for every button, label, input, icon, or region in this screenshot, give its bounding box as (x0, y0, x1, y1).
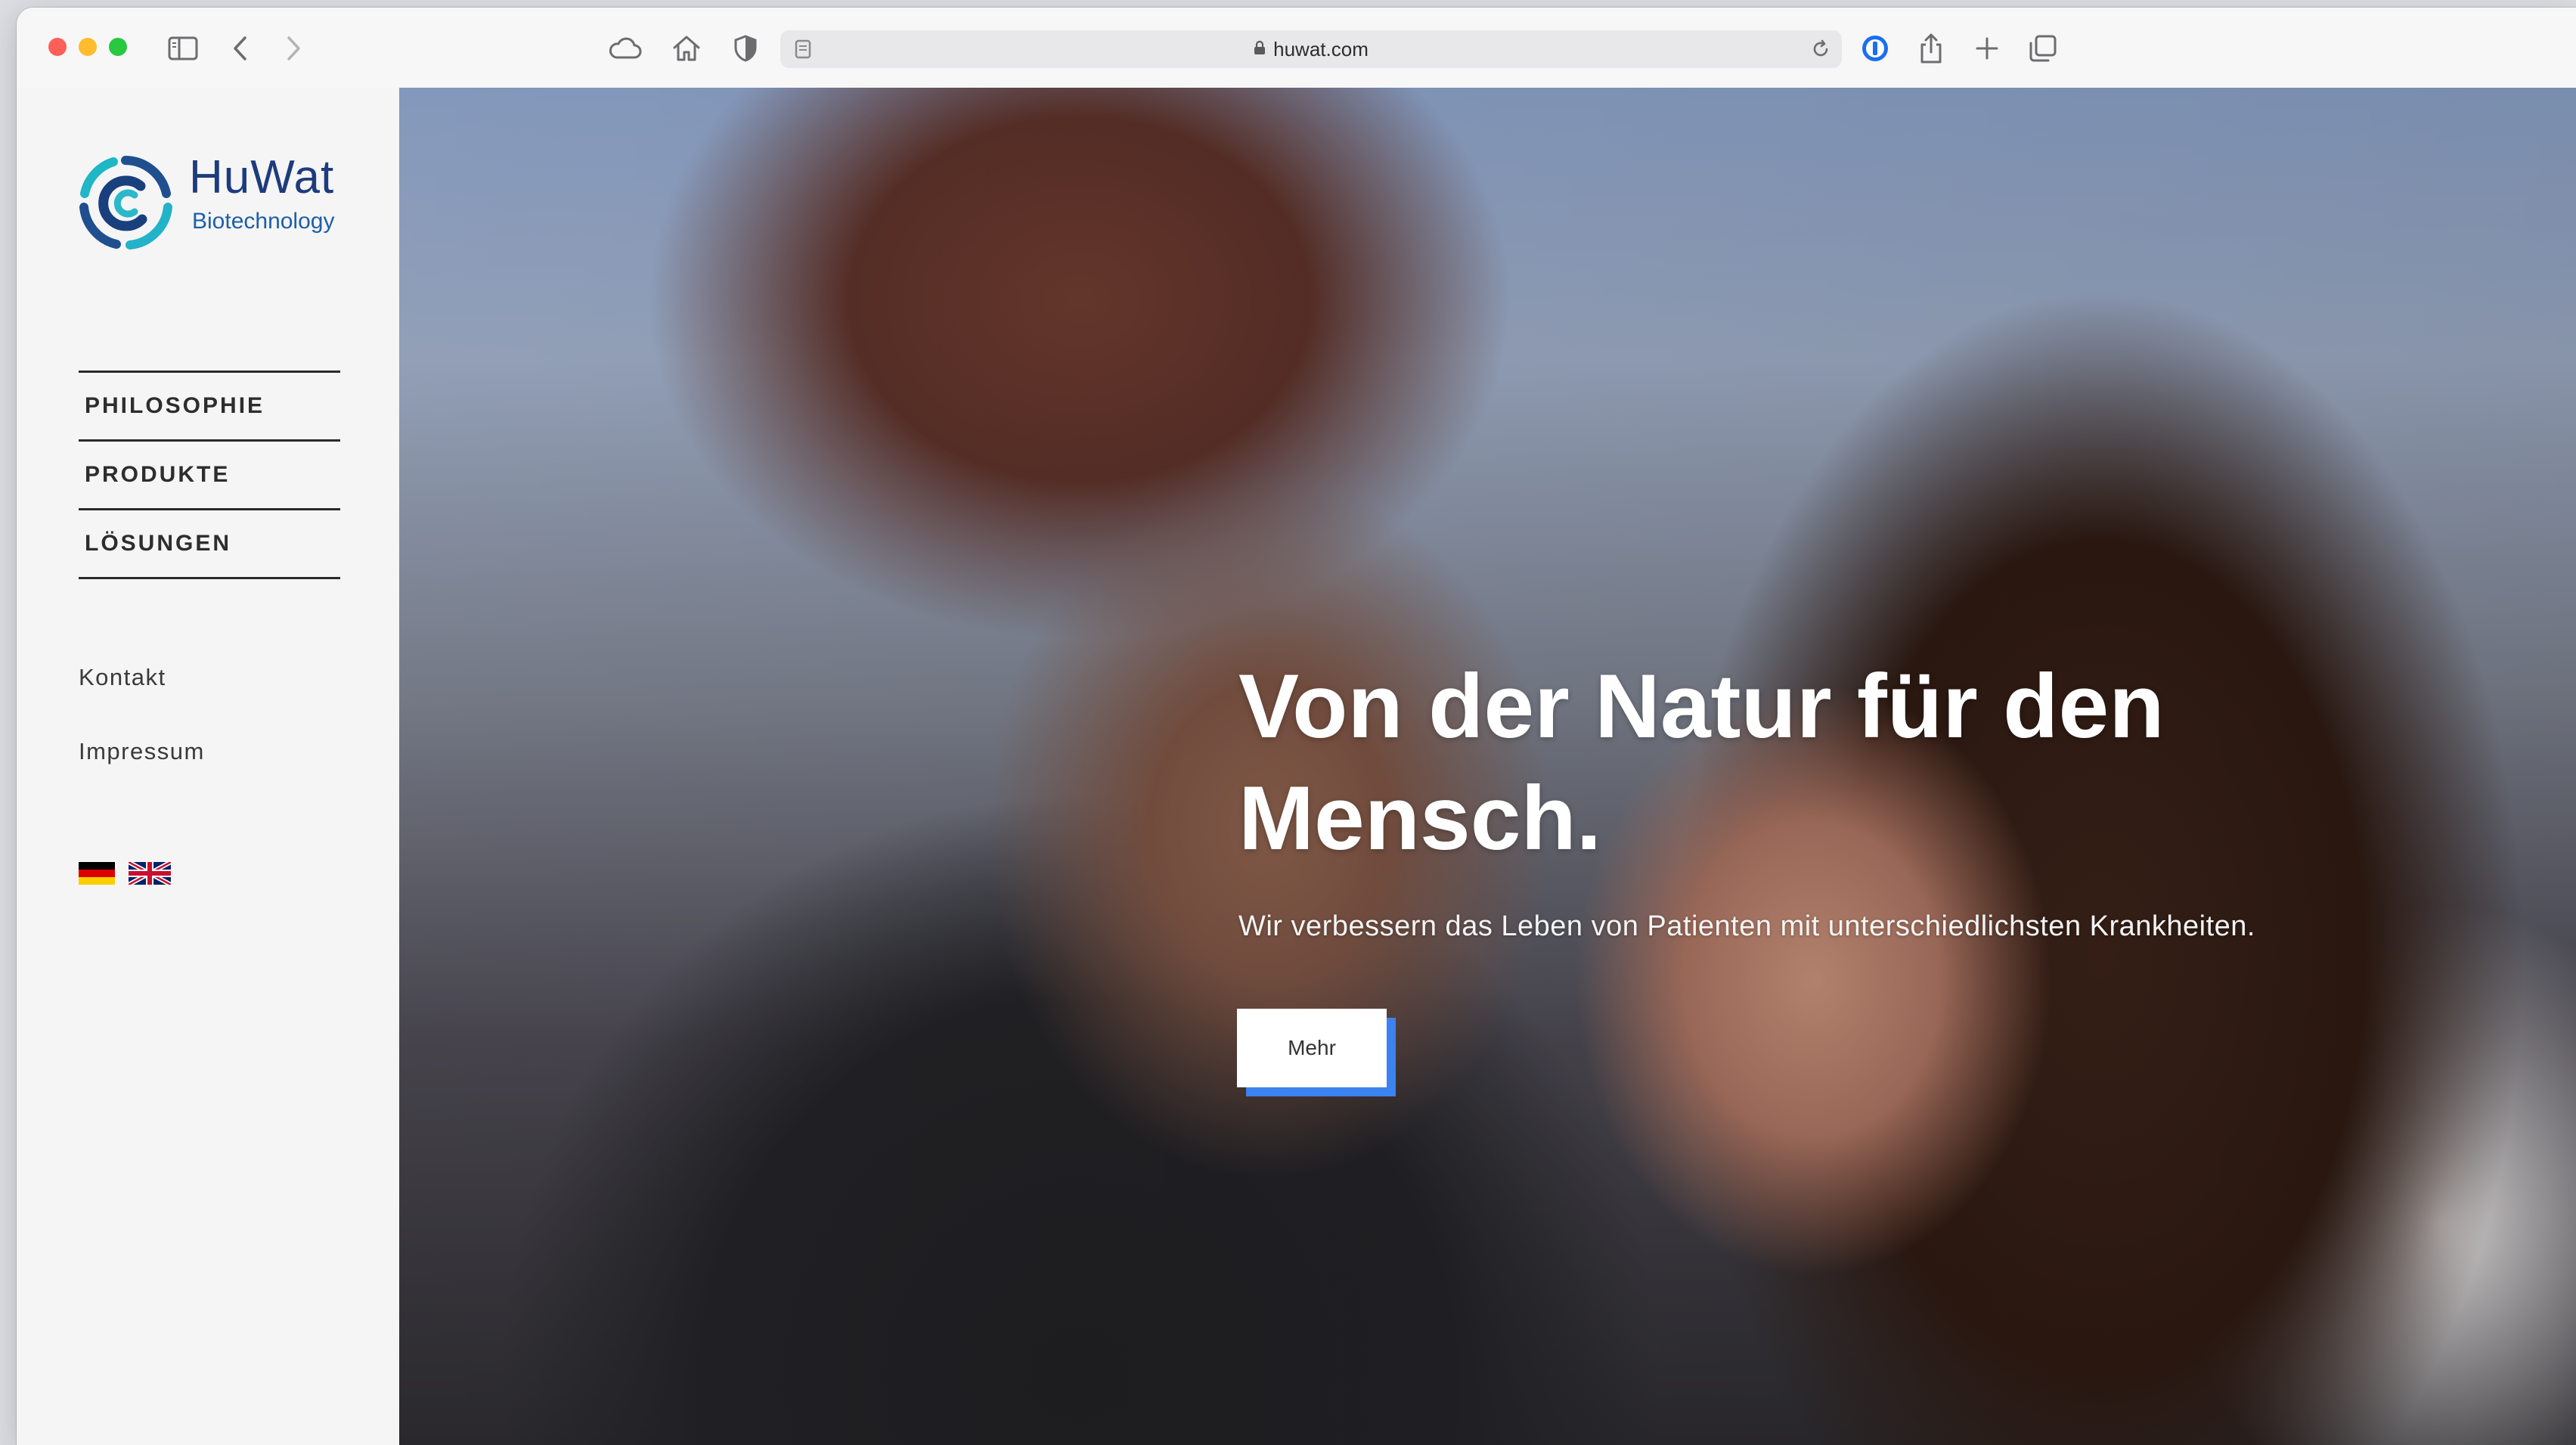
hero-headline-line2: Mensch. (1238, 767, 1602, 869)
mehr-button-wrapper: Mehr (1237, 1009, 1396, 1096)
hero-section: Von der Natur für den Mensch. Wir verbes… (399, 88, 2576, 1445)
hero-headline-line1: Von der Natur für den (1238, 656, 2165, 757)
share-icon[interactable] (1911, 30, 1951, 67)
minimize-window-button[interactable] (79, 38, 97, 56)
url-display[interactable]: huwat.com (780, 30, 1842, 68)
maximize-window-button[interactable] (109, 38, 127, 56)
hero-subline: Wir verbessern das Leben von Patienten m… (1238, 910, 2255, 942)
nav-item-produkte[interactable]: PRODUKTE (79, 442, 340, 510)
hero-headline: Von der Natur für den Mensch. (1238, 650, 2373, 874)
shield-icon[interactable] (726, 30, 765, 67)
browser-window: huwat.com HuWat Biotechnology PHILOSOPHI… (17, 8, 2576, 1445)
site-logo[interactable]: HuWat Biotechnology (77, 154, 364, 260)
password-manager-icon[interactable] (1855, 30, 1895, 67)
close-window-button[interactable] (48, 38, 67, 56)
main-nav: PHILOSOPHIE PRODUKTE LÖSUNGEN (79, 371, 340, 579)
logo-subtitle: Biotechnology (192, 209, 335, 234)
nav-item-philosophie[interactable]: PHILOSOPHIE (79, 373, 340, 442)
forward-icon[interactable] (274, 30, 313, 67)
nav-item-label: PRODUKTE (85, 462, 231, 487)
url-text: huwat.com (1273, 38, 1369, 60)
mehr-button[interactable]: Mehr (1237, 1009, 1387, 1087)
nav-item-label: PHILOSOPHIE (85, 393, 265, 418)
cloud-icon[interactable] (605, 30, 644, 67)
logo-name: HuWat (189, 151, 335, 203)
tabs-overview-icon[interactable] (2023, 30, 2063, 67)
reload-icon[interactable] (1801, 30, 1840, 68)
uk-flag-icon[interactable] (127, 860, 172, 887)
huwat-logo-icon (79, 156, 172, 250)
nav-item-loesungen[interactable]: LÖSUNGEN (79, 510, 340, 579)
browser-toolbar: huwat.com (17, 8, 2576, 89)
kontakt-link[interactable]: Kontakt (79, 664, 166, 691)
home-icon[interactable] (667, 30, 706, 67)
address-bar[interactable]: huwat.com (780, 30, 1842, 68)
de-flag-icon[interactable] (79, 862, 115, 885)
impressum-link[interactable]: Impressum (79, 738, 205, 765)
new-tab-icon[interactable] (1967, 30, 2007, 67)
site-sidebar: HuWat Biotechnology PHILOSOPHIE PRODUKTE… (17, 88, 399, 1445)
back-icon[interactable] (221, 30, 260, 67)
sidebar-icon[interactable] (163, 30, 203, 67)
nav-item-label: LÖSUNGEN (85, 531, 232, 556)
lock-icon (1254, 29, 1266, 67)
